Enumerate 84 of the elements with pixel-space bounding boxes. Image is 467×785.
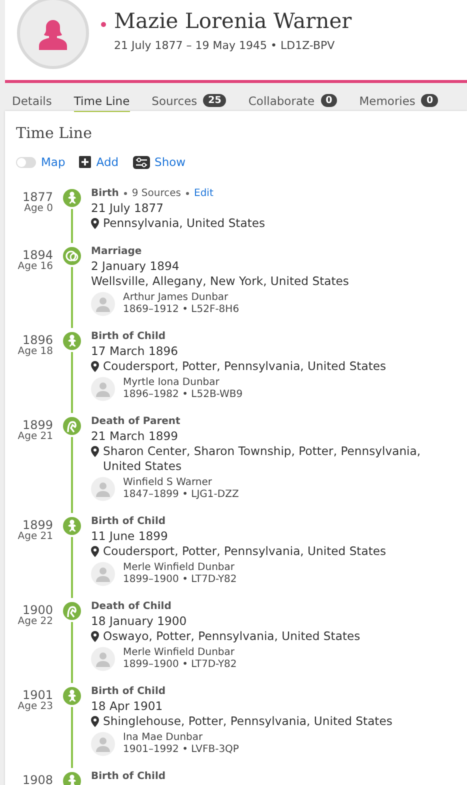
person-avatar[interactable] [91, 292, 115, 316]
event-place: Wellsville, Allegany, New York, United States [91, 274, 349, 289]
baby-icon [63, 189, 81, 207]
relative-info: 1901–1992 • LVFB-3QP [123, 744, 239, 756]
relative-info: 1899–1900 • LT7D-Y82 [123, 659, 237, 671]
event-age: Age 0 [23, 204, 53, 214]
event-title: Birth of Child [91, 686, 166, 696]
sliders-icon[interactable] [132, 156, 150, 168]
count-badge: 0 [320, 94, 338, 107]
relative-info: 1869–1912 • L52F-8H6 [123, 304, 240, 316]
event-year: 1894 [22, 249, 53, 262]
person-summary: 21 July 1877 – 19 May 1945 • LD1Z-BPV [114, 39, 336, 52]
baby-icon [63, 517, 81, 535]
person-avatar[interactable] [91, 647, 115, 671]
person-silhouette-icon [96, 652, 110, 666]
event-title: Death of Child [91, 600, 172, 612]
relative-info: 1847–1899 • LJG1-DZZ [123, 489, 239, 501]
gender-dot [101, 22, 106, 27]
source-count: 9 Sources [132, 188, 181, 198]
event-year: 1896 [22, 334, 53, 347]
event-title: Death of Parent [91, 416, 180, 426]
show-link[interactable]: Show [154, 155, 186, 169]
relative-info: 1896–1982 • L52B-WB9 [123, 389, 243, 401]
event-date: 18 January 1900 [91, 614, 188, 629]
map-toggle[interactable] [16, 156, 36, 168]
relative-name[interactable]: Merle Winfield Dunbar [123, 647, 237, 659]
event-date: 21 March 1899 [91, 429, 179, 444]
relative-name[interactable]: Winfield S Warner [123, 477, 239, 489]
person-avatar[interactable] [91, 377, 115, 401]
event-title: Birth of Child [91, 330, 166, 342]
event-year: 1901 [22, 689, 53, 702]
event-year: 1899 [22, 519, 53, 532]
person-avatar[interactable] [91, 562, 115, 586]
relative-name[interactable]: Ina Mae Dunbar [123, 732, 239, 744]
add-link[interactable]: Add [96, 155, 119, 169]
event-age: Age 18 [16, 347, 53, 357]
event-place: Coudersport, Potter, Pennsylvania, United States [103, 544, 386, 559]
event-date: 21 July 1877 [91, 201, 164, 216]
count-badge: 0 [421, 94, 438, 107]
relative-name[interactable]: Merle Winfield Dunbar [123, 562, 237, 574]
event-place: Shinglehouse, Potter, Pennsylvania, United States [103, 714, 392, 729]
section-title: Time Line [16, 124, 93, 142]
plus-icon[interactable] [79, 156, 92, 168]
event-year: 1908 [21, 774, 53, 785]
baby-icon [63, 332, 81, 350]
event-date: 11 June 1899 [91, 529, 169, 544]
person-avatar[interactable] [91, 477, 115, 501]
person-silhouette-icon [96, 382, 110, 396]
person-name: Mazie Lorenia Warner [114, 9, 352, 33]
figure-icon [63, 602, 81, 620]
event-title: Birth of Child [91, 770, 166, 782]
map-link[interactable]: Map [41, 155, 66, 169]
person-silhouette-icon [96, 566, 110, 582]
tab[interactable]: Details [12, 94, 52, 112]
person-silhouette-icon [96, 482, 110, 496]
relative-name[interactable]: Arthur James Dunbar [123, 292, 240, 304]
event-place: Coudersport, Potter, Pennsylvania, United States [103, 359, 386, 374]
event-place: Oswayo, Potter, Pennsylvania, United States [103, 629, 360, 644]
event-age: Age 21 [16, 532, 53, 542]
rings-icon [63, 247, 81, 265]
event-title: Marriage [91, 246, 142, 256]
event-year: 1899 [22, 419, 53, 432]
count-badge: 25 [203, 94, 226, 107]
event-age: Age 21 [16, 432, 53, 442]
event-date: 17 March 1896 [91, 344, 179, 359]
relative-info: 1899–1900 • LT7D-Y82 [123, 574, 237, 586]
relative-name[interactable]: Myrtle Iona Dunbar [123, 377, 243, 389]
edit-link[interactable]: Edit [194, 188, 214, 198]
event-date: 18 Apr 1901 [91, 699, 164, 714]
baby-icon [63, 687, 81, 705]
event-year: 1877 [21, 191, 53, 204]
event-place: Pennsylvania, United States [103, 216, 266, 231]
event-year: 1900 [22, 604, 53, 617]
event-place: Sharon Center, Sharon Township, Potter, Pennsylvania, United States [103, 444, 422, 474]
event-age: Age 23 [16, 702, 53, 712]
person-silhouette-icon [96, 296, 110, 312]
event-age: Age 22 [16, 617, 53, 627]
event-age: Age 16 [16, 262, 53, 272]
event-title: Birth [91, 188, 119, 198]
person-silhouette-icon [96, 736, 110, 752]
figure-icon [63, 417, 81, 435]
event-date: 2 January 1894 [91, 259, 180, 274]
person-avatar[interactable] [91, 732, 115, 756]
event-title: Birth of Child [91, 516, 166, 526]
